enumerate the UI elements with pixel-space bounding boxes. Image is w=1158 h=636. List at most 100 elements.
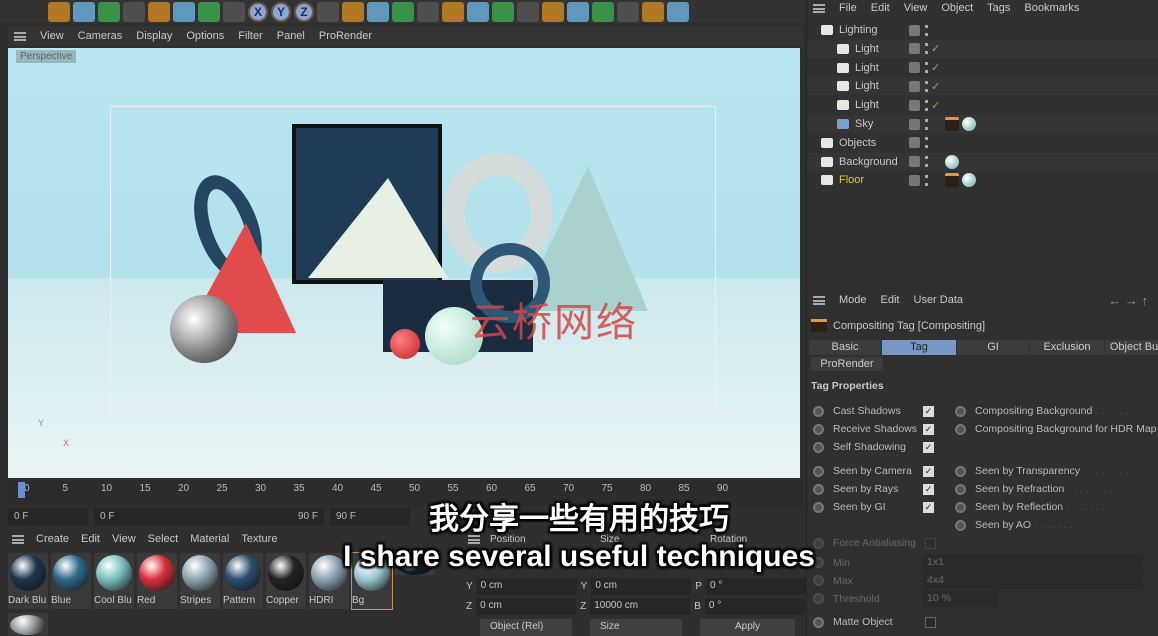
viewport-menu-prorender[interactable]: ProRender [319,30,372,42]
object-row[interactable]: Sky [807,115,1158,133]
enabled-check-icon[interactable]: ✓ [931,61,940,74]
render-settings-icon[interactable] [392,1,414,22]
layer-toggle[interactable] [909,24,920,36]
coordinate-system-icon[interactable] [317,1,339,22]
coord-rot-field[interactable]: 0 ° [706,578,807,595]
visibility-dots[interactable] [925,24,928,36]
checkbox[interactable]: ✓ [923,465,934,477]
visibility-dots[interactable] [925,137,928,149]
layer-toggle[interactable] [909,174,920,186]
layer-toggle[interactable] [909,99,920,111]
scale-icon[interactable] [148,1,170,22]
object-name[interactable]: Sky [855,118,873,130]
animate-radio-icon[interactable] [813,465,824,477]
object-row[interactable]: Lighting [807,21,1158,39]
viewport-menu-display[interactable]: Display [136,30,172,42]
object-row[interactable]: Background [807,152,1158,171]
menu-icon[interactable] [813,295,825,305]
animate-radio-icon[interactable] [813,405,824,417]
object-menu-bookmarks[interactable]: Bookmarks [1024,2,1079,14]
object-menu-view[interactable]: View [904,2,928,14]
object-row[interactable]: Light ✓ [807,77,1158,96]
object-row[interactable]: Floor [807,171,1158,189]
object-row[interactable]: Light ✓ [807,39,1158,58]
coordinate-mode-select[interactable]: Object (Rel) [480,619,572,636]
light-icon[interactable] [667,1,689,22]
object-row[interactable]: Objects [807,134,1158,152]
apply-button[interactable]: Apply [700,619,795,636]
compositing-tag-icon[interactable] [945,173,959,188]
mograph-icon[interactable] [542,1,564,22]
material-tag-icon[interactable] [962,117,976,131]
animate-radio-icon[interactable] [813,483,824,495]
enabled-check-icon[interactable]: ✓ [931,99,940,112]
object-name[interactable]: Light [855,43,879,55]
visibility-dots[interactable] [925,156,928,168]
visibility-dots[interactable] [925,62,928,74]
size-mode-select[interactable]: Size [590,619,682,636]
compositing-tag-icon[interactable] [945,117,959,131]
attribute-menu-mode[interactable]: Mode [839,294,867,306]
object-name[interactable]: Light [855,99,879,111]
camera-icon[interactable] [642,1,664,22]
y-axis-icon[interactable]: Y [271,1,291,22]
rotate-icon[interactable] [173,1,195,22]
nav-back-up-icon[interactable]: ← → ↑ [1108,293,1148,308]
bend-icon[interactable] [592,1,614,22]
z-axis-icon[interactable]: Z [294,1,314,22]
object-name[interactable]: Light [855,62,879,74]
viewport-menu-filter[interactable]: Filter [238,30,262,42]
viewport-menu-cameras[interactable]: Cameras [78,30,123,42]
object-name[interactable]: Lighting [839,24,878,36]
menu-icon[interactable] [14,31,26,41]
layer-toggle[interactable] [909,118,920,130]
tab-gi[interactable]: GI [957,340,1029,355]
coord-pos-field[interactable]: 0 cm [476,598,577,615]
add-icon[interactable] [223,1,245,22]
recent-icon[interactable] [198,1,220,22]
cube-icon[interactable] [417,1,439,22]
object-menu-edit[interactable]: Edit [871,2,890,14]
tab-object-bu[interactable]: Object Bu [1105,340,1158,355]
checkbox[interactable]: ✓ [923,483,934,495]
object-row[interactable]: Light ✓ [807,59,1158,77]
layer-toggle[interactable] [909,137,920,149]
layer-toggle[interactable] [909,80,920,92]
coord-rot-field[interactable]: 0 ° [704,598,805,615]
visibility-dots[interactable] [925,174,928,186]
enabled-check-icon[interactable]: ✓ [931,42,940,55]
checkbox[interactable]: ✓ [923,423,934,435]
attribute-menu-edit[interactable]: Edit [881,294,900,306]
object-name[interactable]: Floor [839,174,864,186]
object-name[interactable]: Objects [839,137,876,149]
floor-icon[interactable] [617,1,639,22]
extrude-icon[interactable] [492,1,514,22]
animate-radio-icon[interactable] [955,405,966,417]
animate-radio-icon[interactable] [813,423,824,435]
attribute-menu-user-data[interactable]: User Data [914,294,964,306]
object-row[interactable]: Light ✓ [807,96,1158,114]
visibility-dots[interactable] [925,118,928,130]
cloner-icon[interactable] [517,1,539,22]
subdivision-icon[interactable] [467,1,489,22]
enabled-check-icon[interactable]: ✓ [931,80,940,93]
viewport[interactable]: Perspective Y X [8,48,800,478]
coord-size-field[interactable]: 10000 cm [590,598,691,615]
move-icon[interactable] [123,1,145,22]
animate-radio-icon[interactable] [955,465,966,477]
viewport-menu-panel[interactable]: Panel [277,30,305,42]
redo-icon[interactable] [73,1,95,22]
object-menu-tags[interactable]: Tags [987,2,1010,14]
tab-prorender[interactable]: ProRender [811,357,883,371]
coord-pos-field[interactable]: 0 cm [476,578,577,595]
material-swatch[interactable] [8,613,48,635]
deformer-icon[interactable] [567,1,589,22]
material-tag-icon[interactable] [962,173,976,188]
viewport-menu-options[interactable]: Options [186,30,224,42]
animate-radio-icon[interactable] [955,423,966,435]
object-menu-object[interactable]: Object [941,2,973,14]
layer-toggle[interactable] [909,43,920,55]
visibility-dots[interactable] [925,43,928,55]
tab-basic[interactable]: Basic [809,340,881,355]
object-name[interactable]: Light [855,80,879,92]
